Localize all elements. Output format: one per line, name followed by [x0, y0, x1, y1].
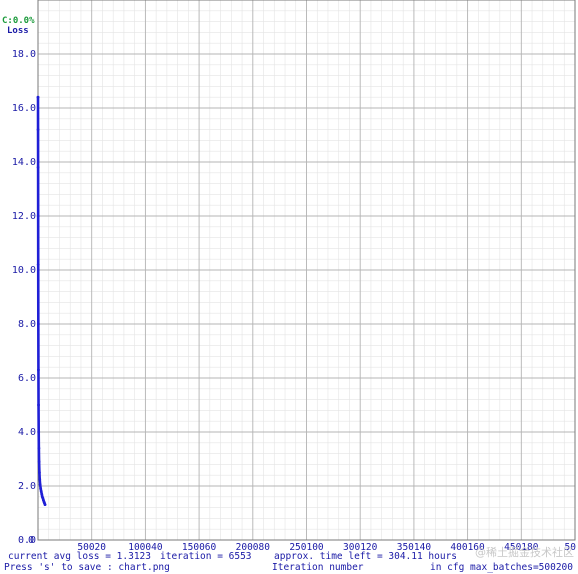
- loss-point: [43, 503, 47, 507]
- loss-point: [36, 95, 40, 99]
- y-tick-label: 6.0: [18, 373, 36, 384]
- save-hint-text: Press 's' to save : chart.png: [4, 562, 170, 573]
- loss-point: [39, 487, 43, 491]
- loss-point: [39, 490, 43, 493]
- loss-point: [38, 477, 42, 481]
- hint-row: Press 's' to save : chart.png Iteration …: [0, 562, 578, 574]
- loss-point: [36, 263, 40, 266]
- loss-chart: 0.02.04.06.08.010.012.014.016.018.0 5002…: [0, 0, 578, 574]
- x-axis-label: Iteration number: [272, 562, 364, 573]
- loss-point: [36, 214, 40, 218]
- loss-point: [37, 368, 40, 372]
- loss-point: [37, 403, 40, 407]
- y-tick-label: 16.0: [12, 103, 36, 114]
- watermark: @稀土掘金技术社区: [475, 546, 574, 559]
- iteration-text: iteration = 6553: [160, 551, 252, 562]
- loss-point: [38, 483, 42, 487]
- x-tick-label: 0: [28, 535, 34, 546]
- loss-point: [37, 471, 41, 474]
- loss-point: [37, 460, 41, 464]
- loss-point: [37, 446, 41, 450]
- loss-point: [40, 492, 44, 496]
- max-batches-text: in cfg max_batches=500200: [430, 562, 573, 573]
- loss-point: [36, 128, 40, 132]
- time-left-text: approx. time left = 304.11 hours: [274, 551, 458, 562]
- y-tick-label: 4.0: [18, 427, 36, 438]
- legend-loss: Loss: [7, 26, 29, 36]
- y-tick-label: 8.0: [18, 319, 36, 330]
- y-tick-label: 10.0: [12, 265, 36, 276]
- y-tick-label: 18.0: [12, 49, 36, 60]
- map-label: C:0.0%: [2, 16, 35, 26]
- loss-point: [36, 322, 40, 326]
- y-tick-label: 14.0: [12, 157, 36, 168]
- y-tick-label: 12.0: [12, 211, 36, 222]
- y-tick-label: 2.0: [18, 481, 36, 492]
- avg-loss-text: current avg loss = 1.3123: [8, 551, 151, 562]
- loss-point: [36, 166, 40, 169]
- loss-point: [37, 430, 41, 434]
